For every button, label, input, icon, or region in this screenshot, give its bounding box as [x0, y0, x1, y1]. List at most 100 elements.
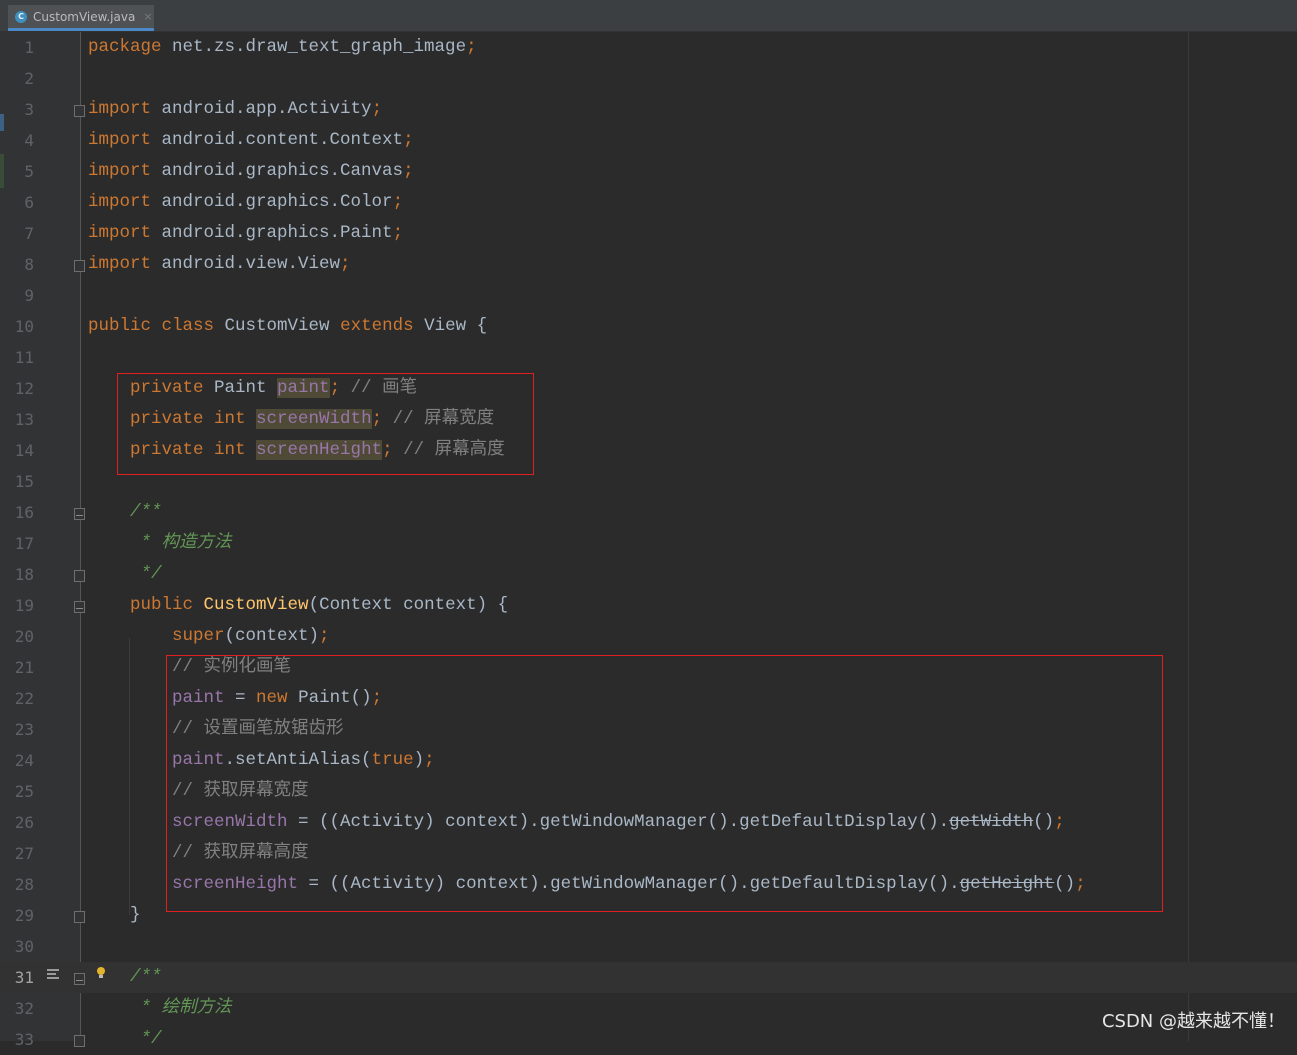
code-line[interactable]: 20 super(context); — [0, 621, 1297, 652]
code-token: /** — [130, 502, 162, 522]
line-number: 18 — [14, 565, 34, 584]
code-token: * 构造方法 — [130, 533, 232, 553]
watermark-text: CSDN @越来越不懂！ — [1101, 1011, 1285, 1032]
line-number: 1 — [24, 38, 34, 57]
code-token: package — [88, 37, 162, 57]
code-line[interactable]: 18 */ — [0, 559, 1297, 590]
fold-icon[interactable] — [74, 973, 85, 985]
code-token: public — [130, 595, 204, 615]
code-token: (context) — [224, 626, 320, 646]
code-token: ; — [403, 130, 414, 150]
structure-icon[interactable] — [43, 969, 61, 983]
code-token: public class — [88, 316, 225, 336]
line-number: 10 — [14, 317, 34, 336]
code-editor[interactable]: 1 package net.zs.draw_text_graph_image; 2 3… — [0, 32, 1297, 1049]
code-line[interactable]: 30 — [0, 931, 1297, 962]
line-number: 3 — [24, 100, 34, 119]
code-token: ; — [371, 99, 383, 119]
code-line[interactable]: 7 import android.graphics.Paint; — [0, 218, 1297, 249]
code-text: import android.graphics.Canvas; — [88, 156, 414, 187]
line-number: 28 — [14, 875, 34, 894]
line-number: 24 — [14, 751, 34, 770]
code-text: super(context); — [88, 621, 330, 652]
fold-icon[interactable] — [74, 508, 85, 520]
line-number: 19 — [14, 596, 34, 615]
constructor-highlight-box — [166, 655, 1163, 912]
tab-customview-java[interactable]: C CustomView.java × — [8, 5, 154, 31]
code-token: super — [172, 626, 225, 646]
code-text: public CustomView(Context context) { — [88, 590, 508, 621]
line-number: 25 — [14, 782, 34, 801]
fold-icon[interactable] — [74, 601, 85, 613]
code-token: android.view.View — [151, 254, 341, 274]
code-line[interactable]: 9 — [0, 280, 1297, 311]
code-line[interactable]: 10 public class CustomView extends View { — [0, 311, 1297, 342]
line-number: 2 — [24, 69, 34, 88]
lightbulb-icon[interactable] — [96, 967, 106, 979]
code-line[interactable]: 2 — [0, 63, 1297, 94]
line-number: 27 — [14, 844, 34, 863]
line-number: 22 — [14, 689, 34, 708]
code-line[interactable]: 31 /** — [0, 962, 1297, 993]
code-line[interactable]: 16 /** — [0, 497, 1297, 528]
code-line[interactable]: 3 import android.app.Activity; — [0, 94, 1297, 125]
code-token: android.app.Activity — [151, 99, 372, 119]
code-text: import android.content.Context; — [88, 125, 414, 156]
code-token: extends — [340, 316, 425, 336]
fold-icon[interactable] — [74, 570, 85, 582]
code-token: import — [88, 192, 152, 212]
fold-icon[interactable] — [74, 1035, 85, 1047]
code-line[interactable]: 17 * 构造方法 — [0, 528, 1297, 559]
code-text: /** — [88, 497, 162, 528]
line-number: 12 — [14, 379, 34, 398]
code-text: import android.graphics.Color; — [88, 187, 403, 218]
line-number: 26 — [14, 813, 34, 832]
line-number: 6 — [24, 193, 34, 212]
code-token: import — [88, 99, 152, 119]
code-line[interactable]: 19 public CustomView(Context context) { — [0, 590, 1297, 621]
code-text: */ — [88, 559, 162, 590]
line-number: 5 — [24, 162, 34, 181]
line-number: 9 — [24, 286, 34, 305]
code-line[interactable]: 8 import android.view.View; — [0, 249, 1297, 280]
line-number: 30 — [14, 937, 34, 956]
code-token: import — [88, 254, 152, 274]
line-number: 31 — [14, 968, 34, 987]
fold-icon[interactable] — [74, 260, 85, 272]
code-text: package net.zs.draw_text_graph_image; — [88, 32, 477, 63]
code-line[interactable]: 11 — [0, 342, 1297, 373]
code-token: import — [88, 161, 152, 181]
line-number: 20 — [14, 627, 34, 646]
code-line[interactable]: 5 import android.graphics.Canvas; — [0, 156, 1297, 187]
code-token: android.graphics.Canvas — [151, 161, 404, 181]
code-token: ; — [403, 161, 414, 181]
close-tab-icon[interactable]: × — [143, 10, 152, 23]
tab-label: CustomView.java — [33, 9, 136, 24]
editor-tab-bar: C CustomView.java × — [0, 0, 1297, 32]
code-line[interactable]: 6 import android.graphics.Color; — [0, 187, 1297, 218]
fold-icon[interactable] — [74, 911, 85, 923]
code-text: */ — [88, 1024, 162, 1055]
code-line[interactable]: 1 package net.zs.draw_text_graph_image; — [0, 32, 1297, 63]
fold-icon[interactable] — [74, 105, 85, 117]
code-token: CustomView — [203, 595, 309, 615]
code-token: ; — [392, 192, 404, 212]
code-line[interactable]: 4 import android.content.Context; — [0, 125, 1297, 156]
code-text: } — [88, 900, 141, 931]
line-number: 21 — [14, 658, 34, 677]
line-number: 13 — [14, 410, 34, 429]
code-text: import android.graphics.Paint; — [88, 218, 403, 249]
code-token: android.graphics.Paint — [151, 223, 393, 243]
line-number: 8 — [24, 255, 34, 274]
code-token: /** — [130, 967, 162, 987]
line-number: 33 — [14, 1030, 34, 1049]
line-number: 4 — [24, 131, 34, 150]
code-token: ; — [319, 626, 330, 646]
